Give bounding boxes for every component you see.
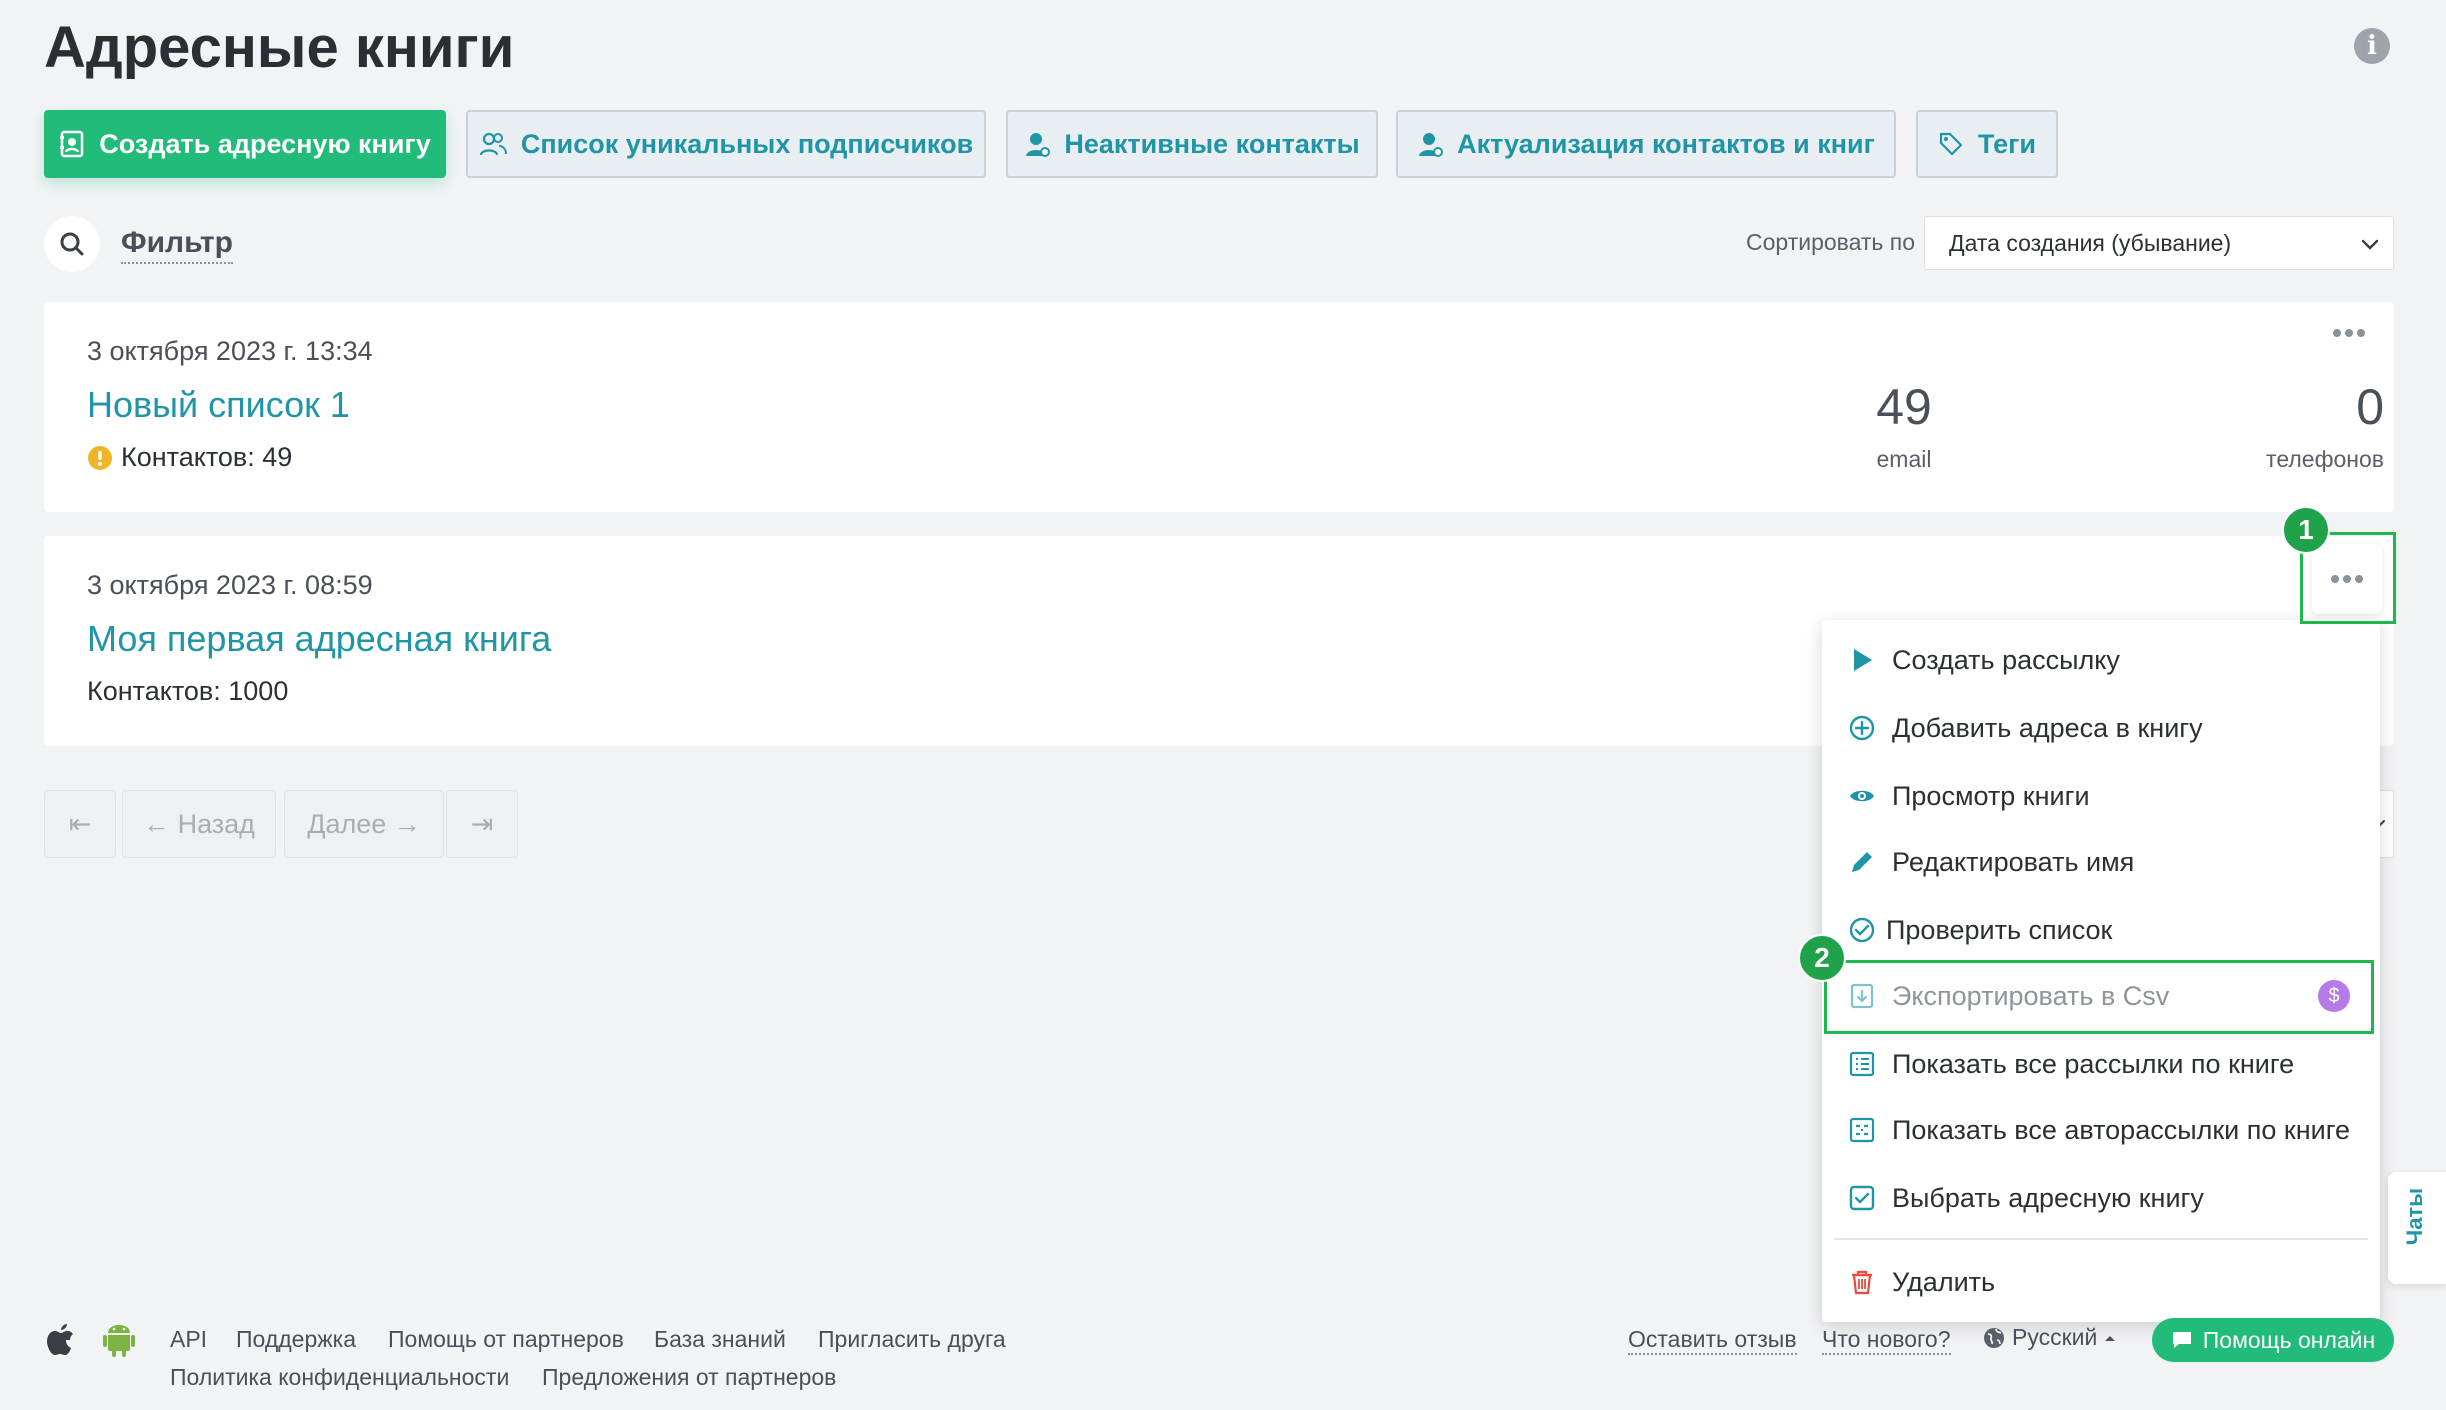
search-button[interactable] bbox=[44, 216, 100, 272]
more-dots-icon bbox=[2333, 329, 2365, 337]
menu-item-view-book[interactable]: Просмотр книги bbox=[1822, 764, 2380, 828]
footer-link-knowledge-base[interactable]: База знаний bbox=[654, 1326, 786, 1353]
menu-item-show-autocampaigns[interactable]: Показать все авторассылки по книге bbox=[1822, 1098, 2380, 1162]
menu-item-label: Добавить адреса в книгу bbox=[1892, 712, 2203, 743]
android-icon[interactable] bbox=[102, 1322, 136, 1358]
plus-circle-icon bbox=[1849, 715, 1875, 741]
language-label: Русский bbox=[2012, 1324, 2098, 1350]
globe-icon bbox=[1984, 1327, 2004, 1348]
book-date: 3 октября 2023 г. 13:34 bbox=[87, 336, 373, 366]
menu-item-label: Проверить список bbox=[1886, 914, 2113, 945]
footer-link-invite-friend[interactable]: Пригласить друга bbox=[818, 1326, 1006, 1353]
menu-item-verify-list[interactable]: Проверить список bbox=[1822, 898, 2380, 962]
unique-subscribers-button[interactable]: Список уникальных подписчиков bbox=[466, 110, 986, 178]
sort-select[interactable]: Дата создания (убывание) bbox=[1924, 216, 2394, 270]
auto-list-icon bbox=[1849, 1117, 1875, 1143]
menu-item-label: Показать все рассылки по книге bbox=[1892, 1048, 2295, 1079]
footer-link-partner-help[interactable]: Помощь от партнеров bbox=[388, 1326, 624, 1353]
help-online-button[interactable]: Помощь онлайн bbox=[2152, 1318, 2394, 1362]
trash-icon bbox=[1852, 1270, 1872, 1295]
user-icon bbox=[1024, 131, 1051, 157]
caret-up-icon bbox=[2105, 1335, 2116, 1341]
footer-link-privacy[interactable]: Политика конфиденциальности bbox=[170, 1364, 509, 1391]
check-circle-icon bbox=[1849, 917, 1875, 943]
menu-item-label: Просмотр книги bbox=[1892, 780, 2090, 811]
menu-item-select-book[interactable]: Выбрать адресную книгу bbox=[1822, 1166, 2380, 1230]
prev-page-button[interactable]: ← Назад bbox=[122, 790, 276, 858]
menu-item-label: Редактировать имя bbox=[1892, 846, 2135, 877]
page-title: Адресные книги bbox=[44, 15, 515, 80]
highlight-box bbox=[1824, 960, 2374, 1034]
footer-link-api[interactable]: API bbox=[170, 1326, 207, 1353]
menu-divider bbox=[1834, 1238, 2368, 1240]
help-online-label: Помощь онлайн bbox=[2202, 1326, 2376, 1353]
tag-icon bbox=[1938, 131, 1964, 157]
email-label: email bbox=[1876, 446, 1932, 472]
chats-tab[interactable]: Чаты bbox=[2388, 1172, 2446, 1284]
next-page-button[interactable]: Далее → bbox=[284, 790, 444, 858]
unique-subscribers-label: Список уникальных подписчиков bbox=[520, 128, 974, 159]
list-icon bbox=[1849, 1051, 1875, 1077]
whats-new-link[interactable]: Что нового? bbox=[1822, 1326, 1951, 1355]
contacts-actualization-label: Актуализация контактов и книг bbox=[1457, 128, 1875, 159]
feedback-link[interactable]: Оставить отзыв bbox=[1628, 1326, 1797, 1355]
chats-label: Чаты bbox=[2402, 1188, 2427, 1246]
book-contacts-count: Контактов: 49 bbox=[121, 442, 293, 472]
search-icon bbox=[60, 232, 84, 256]
tags-button[interactable]: Теги bbox=[1916, 110, 2058, 178]
checkbox-icon bbox=[1849, 1185, 1875, 1211]
book-name-link[interactable]: Моя первая адресная книга bbox=[87, 618, 551, 660]
chat-bubble-icon bbox=[2172, 1332, 2191, 1348]
sort-select-value: Дата создания (убывание) bbox=[1949, 230, 2232, 256]
users-icon bbox=[479, 131, 507, 157]
phone-count: 0 bbox=[2356, 379, 2384, 435]
book-name-link[interactable]: Новый список 1 bbox=[87, 384, 350, 426]
chevron-down-icon bbox=[2361, 239, 2379, 250]
address-book-card: 3 октября 2023 г. 13:34 Новый список 1 К… bbox=[44, 302, 2394, 512]
info-icon[interactable]: i bbox=[2354, 28, 2390, 64]
book-contacts: Контактов: 49 bbox=[87, 442, 292, 473]
email-count: 49 bbox=[1876, 379, 1932, 435]
menu-item-label: Показать все авторассылки по книге bbox=[1892, 1114, 2350, 1145]
menu-item-edit-name[interactable]: Редактировать имя bbox=[1822, 830, 2380, 894]
user-icon bbox=[1417, 131, 1444, 157]
last-page-button[interactable]: ⇥ bbox=[446, 790, 518, 858]
menu-item-create-campaign[interactable]: Создать рассылку bbox=[1822, 628, 2380, 692]
warning-icon bbox=[88, 445, 112, 470]
inactive-contacts-label: Неактивные контакты bbox=[1064, 128, 1360, 159]
create-address-book-label: Создать адресную книгу bbox=[99, 128, 431, 159]
play-icon bbox=[1854, 649, 1872, 671]
contacts-actualization-button[interactable]: Актуализация контактов и книг bbox=[1396, 110, 1896, 178]
filter-toggle[interactable]: Фильтр bbox=[121, 224, 233, 264]
tags-label: Теги bbox=[1977, 128, 2036, 159]
footer-link-partner-offers[interactable]: Предложения от партнеров bbox=[542, 1364, 836, 1391]
eye-icon bbox=[1850, 790, 1874, 802]
menu-item-label: Выбрать адресную книгу bbox=[1892, 1182, 2204, 1213]
inactive-contacts-button[interactable]: Неактивные контакты bbox=[1006, 110, 1378, 178]
sort-label: Сортировать по bbox=[1746, 229, 1916, 255]
apple-icon[interactable] bbox=[46, 1322, 76, 1356]
menu-item-show-campaigns[interactable]: Показать все рассылки по книге bbox=[1822, 1032, 2380, 1096]
phone-label: телефонов bbox=[2266, 446, 2384, 472]
more-options-button[interactable] bbox=[2332, 326, 2366, 340]
language-selector[interactable]: Русский bbox=[1982, 1324, 2117, 1351]
pencil-icon bbox=[1852, 852, 1872, 872]
footer-link-support[interactable]: Поддержка bbox=[236, 1326, 356, 1353]
menu-item-add-addresses[interactable]: Добавить адреса в книгу bbox=[1822, 696, 2380, 760]
book-contacts: Контактов: 1000 bbox=[87, 676, 289, 706]
book-date: 3 октября 2023 г. 08:59 bbox=[87, 570, 373, 600]
menu-item-delete[interactable]: Удалить bbox=[1822, 1250, 2380, 1314]
menu-item-label: Создать рассылку bbox=[1892, 644, 2120, 675]
address-book-icon bbox=[59, 130, 85, 158]
menu-item-label: Удалить bbox=[1892, 1266, 1996, 1297]
step-badge-1: 1 bbox=[2282, 506, 2330, 554]
step-badge-2: 2 bbox=[1798, 934, 1846, 982]
first-page-button[interactable]: ⇤ bbox=[44, 790, 116, 858]
create-address-book-button[interactable]: Создать адресную книгу bbox=[44, 110, 446, 178]
